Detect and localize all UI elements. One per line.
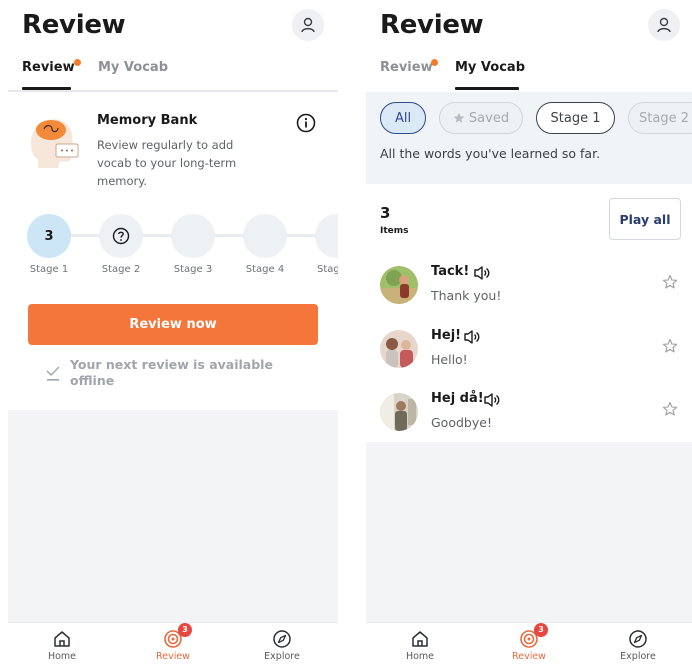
- nav-label: Home: [47, 651, 77, 662]
- stage-label: Stage 1: [29, 264, 69, 275]
- item-count-label: Items: [380, 226, 409, 236]
- head-brain-icon: [30, 119, 79, 168]
- filter-description: All the words you've learned so far.: [380, 146, 601, 161]
- tab-label: My Vocab: [455, 60, 526, 75]
- vocab-list-item[interactable]: Tack! Thank you!: [366, 264, 692, 328]
- nav-home[interactable]: Home: [12, 623, 112, 664]
- review-screen: Review Review My Vocab Memory Bank Revie…: [8, 0, 338, 664]
- nav-home[interactable]: Home: [370, 623, 470, 664]
- memory-bank-title: Memory Bank: [97, 113, 198, 128]
- filter-chip-saved[interactable]: Saved: [439, 102, 523, 134]
- stage-label: Stage 2: [101, 264, 141, 275]
- vocab-word: Hej!: [431, 328, 462, 343]
- nav-label: Home: [405, 651, 435, 662]
- stage-count: 3: [44, 228, 54, 244]
- stage-3-circle[interactable]: [171, 214, 215, 258]
- memory-bank-description: Review regularly to add vocab to your lo…: [97, 138, 237, 188]
- item-count: 3: [380, 204, 391, 222]
- review-badge: 3: [178, 623, 192, 637]
- nav-label: Explore: [264, 651, 300, 662]
- home-icon: [412, 631, 428, 647]
- nav-label: Explore: [620, 651, 656, 662]
- stage-label: Stage 3: [173, 264, 213, 275]
- chip-label: All: [394, 110, 412, 126]
- my-vocab-screen: Review Review My Vocab All Saved Stage 1: [366, 0, 692, 664]
- chip-label: Stage 1: [550, 110, 601, 126]
- empty-area: [8, 410, 338, 622]
- vocab-word: Tack!: [431, 264, 470, 279]
- nav-review[interactable]: 3 Review: [123, 623, 223, 664]
- notification-dot: [431, 59, 438, 66]
- compass-icon: [629, 630, 647, 648]
- info-icon[interactable]: [295, 112, 317, 134]
- filter-panel: All Saved Stage 1 Stage 2 All the words …: [366, 92, 692, 184]
- vocab-word: Hej då!: [431, 391, 484, 406]
- vocab-photo: [380, 330, 418, 368]
- star-icon[interactable]: [662, 338, 678, 354]
- tab-underline: [455, 87, 519, 90]
- vocab-list-item[interactable]: Hej! Hello!: [366, 328, 692, 392]
- nav-explore[interactable]: Explore: [588, 623, 688, 664]
- vocab-translation: Goodbye!: [431, 415, 492, 430]
- nav-explore[interactable]: Explore: [232, 623, 332, 664]
- notification-dot: [74, 59, 81, 66]
- vocab-translation: Thank you!: [431, 288, 502, 303]
- page-title: Review: [22, 10, 126, 40]
- tab-label: Review: [380, 60, 433, 75]
- filter-chip-all[interactable]: All: [380, 102, 426, 134]
- user-icon: [301, 17, 315, 33]
- speaker-icon[interactable]: [473, 265, 491, 281]
- filter-chip-stage-2[interactable]: Stage 2: [628, 102, 692, 134]
- tab-my-vocab[interactable]: My Vocab: [455, 60, 525, 90]
- profile-button[interactable]: [648, 9, 680, 41]
- stage-label: Stage 4: [245, 264, 285, 275]
- bottom-nav: Home 3 Review Explore: [366, 622, 692, 664]
- chip-label: Saved: [468, 110, 510, 126]
- speaker-icon[interactable]: [483, 392, 501, 408]
- bottom-nav: Home 3 Review Explore: [8, 622, 338, 664]
- vocab-photo: [380, 393, 418, 431]
- tab-review[interactable]: Review: [380, 59, 438, 90]
- review-badge: 3: [534, 623, 548, 637]
- tab-label: Review: [22, 60, 75, 75]
- next-review-text: Your next review is available offline: [70, 357, 273, 388]
- stage-4-circle[interactable]: [243, 214, 287, 258]
- star-icon[interactable]: [662, 401, 678, 417]
- page-title: Review: [380, 10, 484, 40]
- empty-area: [366, 442, 692, 622]
- nav-label: Review: [156, 651, 190, 662]
- vocab-photo: [380, 266, 418, 304]
- home-icon: [54, 631, 70, 647]
- tab-my-vocab[interactable]: My Vocab: [98, 60, 168, 90]
- stage-label: Stage 5: [317, 264, 338, 275]
- star-icon: [453, 112, 465, 123]
- nav-review[interactable]: 3 Review: [479, 623, 579, 664]
- stage-1-circle[interactable]: 3: [27, 214, 71, 258]
- speaker-icon[interactable]: [463, 329, 481, 345]
- vocab-translation: Hello!: [431, 352, 468, 367]
- review-now-button[interactable]: Review now: [28, 304, 318, 345]
- memory-bank-card: Memory Bank Review regularly to add voca…: [8, 92, 338, 410]
- star-icon[interactable]: [662, 274, 678, 290]
- play-all-button[interactable]: Play all: [609, 198, 681, 240]
- compass-icon: [273, 630, 291, 648]
- stage-5-circle[interactable]: [315, 214, 338, 258]
- tab-review[interactable]: Review: [22, 59, 81, 90]
- nav-label: Review: [512, 651, 546, 662]
- filter-chip-stage-1[interactable]: Stage 1: [536, 102, 615, 134]
- chip-label: Stage 2: [639, 110, 689, 126]
- user-icon: [657, 17, 671, 33]
- tab-label: My Vocab: [98, 60, 169, 75]
- check-icon: [46, 366, 60, 381]
- question-icon: [112, 227, 130, 245]
- profile-button[interactable]: [292, 9, 324, 41]
- stage-2-circle[interactable]: [99, 214, 143, 258]
